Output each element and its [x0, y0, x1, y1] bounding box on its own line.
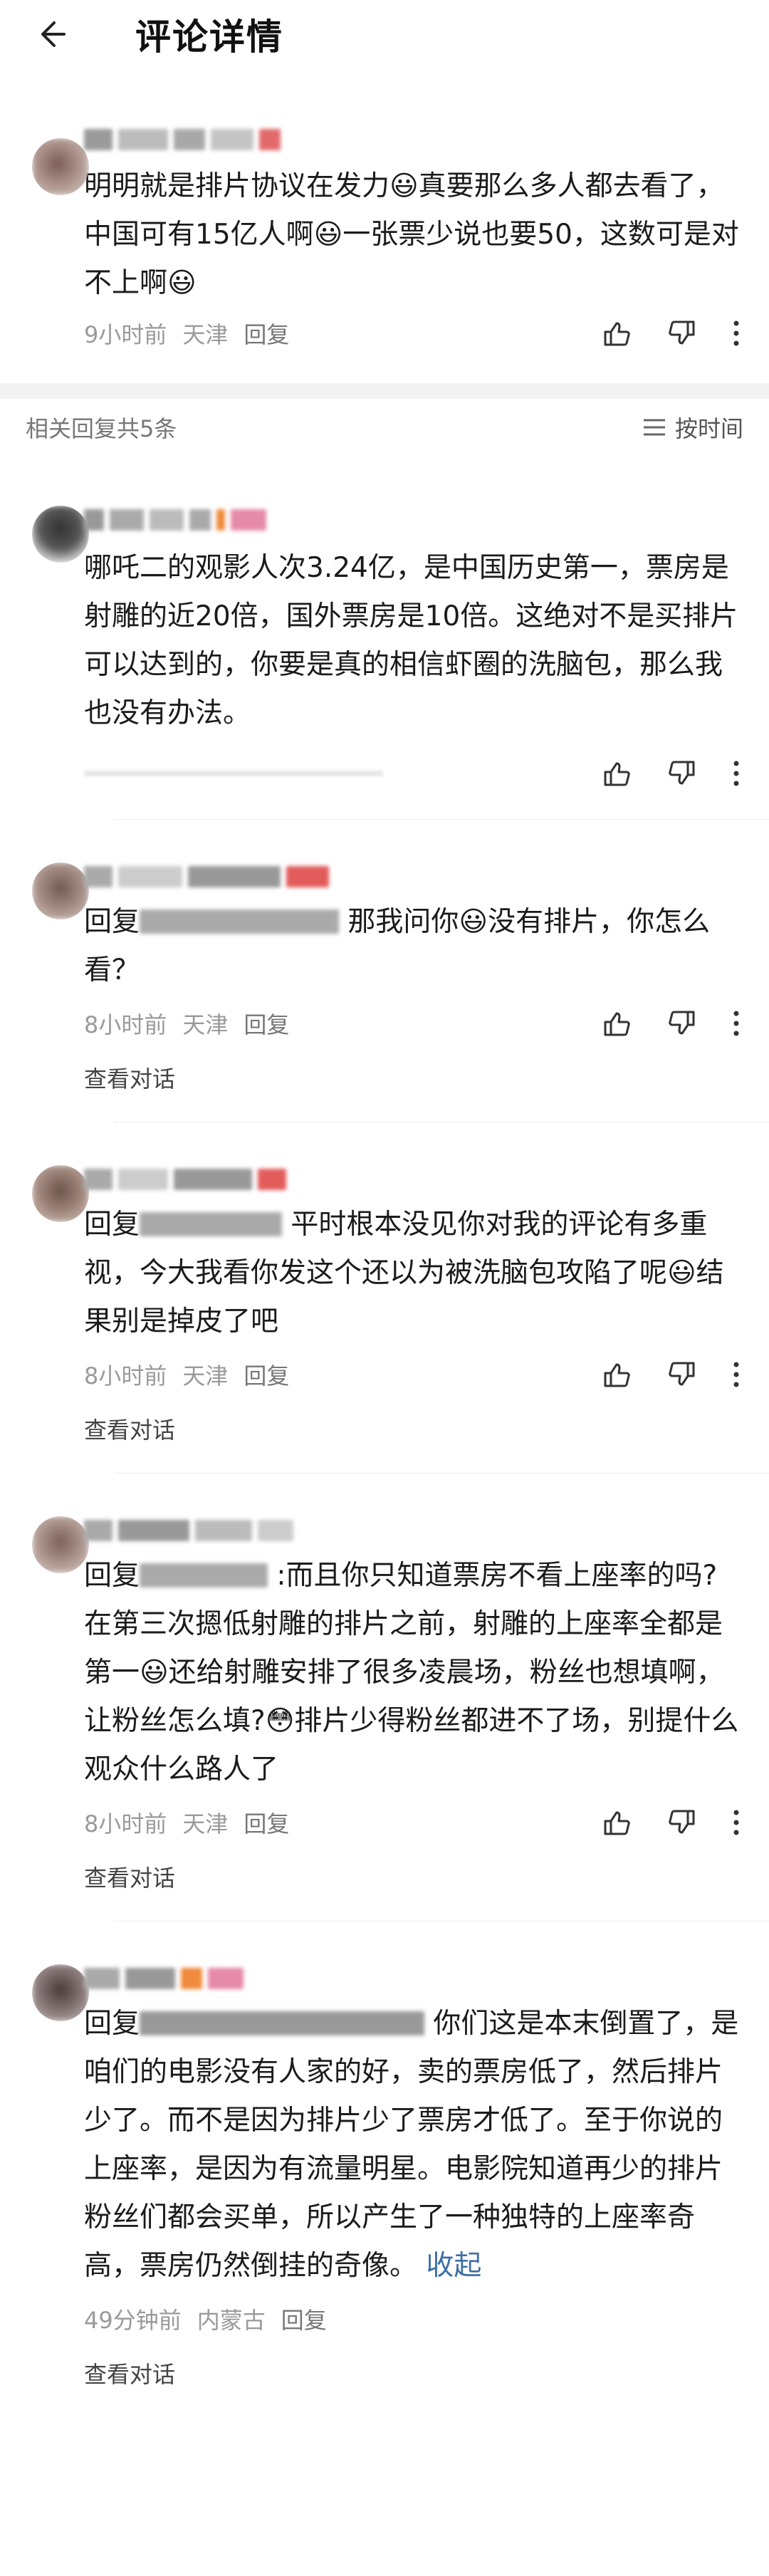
page-title: 评论详情	[135, 16, 283, 58]
username-redacted[interactable]	[84, 125, 769, 154]
replies-header: 相关回复共5条 按时间	[0, 399, 769, 456]
reply-button[interactable]: 回复	[244, 317, 289, 350]
reply-button[interactable]: 回复	[244, 1358, 289, 1391]
more-icon[interactable]	[732, 319, 741, 348]
section-divider	[0, 383, 769, 399]
reply-text: 回复 平时根本没见你对我的评论有多重视，今大我看你发这个还以为被洗脑包攻陷了呢😃…	[84, 1201, 741, 1346]
more-icon[interactable]	[732, 759, 741, 788]
reply-text: 回复 :而且你只知道票房不看上座率的吗?在第三次摁低射雕的排片之前，射雕的上座率…	[84, 1552, 741, 1794]
reply-item: 回复 平时根本没见你对我的评论有多重视，今大我看你发这个还以为被洗脑包攻陷了呢😃…	[0, 1122, 769, 1474]
sort-by-time-button[interactable]: 按时间	[642, 411, 743, 444]
comment-location: 天津	[182, 321, 229, 348]
reply-time: 8小时前	[84, 1011, 167, 1038]
thumb-down-icon[interactable]	[666, 1359, 698, 1390]
comment-time: 9小时前	[84, 321, 167, 348]
reply-item: 回复 :而且你只知道票房不看上座率的吗?在第三次摁低射雕的排片之前，射雕的上座率…	[0, 1474, 769, 1921]
username-redacted[interactable]	[84, 862, 769, 891]
reply-location: 内蒙古	[197, 2307, 266, 2334]
username-redacted[interactable]	[84, 1516, 769, 1545]
more-icon[interactable]	[732, 1808, 741, 1837]
reply-location: 天津	[182, 1362, 229, 1389]
reply-prefix: 回复	[84, 2008, 140, 2040]
view-conversation-link[interactable]: 查看对话	[84, 1409, 769, 1449]
avatar[interactable]	[32, 506, 89, 563]
reply-text: 回复 你们这是本末倒置了，是咱们的电影没有人家的好，卖的票房低了，然后排片少了。…	[84, 2000, 741, 2290]
thumb-up-icon[interactable]	[601, 1807, 632, 1838]
reply-text: 回复 那我问你😃没有排片，你怎么看？	[84, 898, 741, 995]
reply-body: :而且你只知道票房不看上座率的吗?在第三次摁低射雕的排片之前，射雕的上座率全都是…	[84, 1560, 739, 1785]
thumb-down-icon[interactable]	[666, 1807, 698, 1838]
reply-button[interactable]: 回复	[244, 1806, 289, 1839]
reply-button[interactable]: 回复	[244, 1007, 289, 1040]
reply-location: 天津	[182, 1011, 229, 1038]
reply-text: 哪吒二的观影人次3.24亿，是中国历史第一，票房是射雕的近20倍，国外票房是10…	[84, 552, 738, 729]
reply-time: 8小时前	[84, 1810, 167, 1837]
redacted-mention[interactable]	[140, 1563, 268, 1587]
avatar[interactable]	[32, 1165, 89, 1222]
reply-time: 8小时前	[84, 1362, 167, 1389]
reply-prefix: 回复	[84, 1560, 140, 1592]
more-icon[interactable]	[732, 1360, 741, 1389]
list-sort-icon	[643, 419, 665, 436]
thumb-up-icon[interactable]	[601, 318, 632, 349]
redacted-mention[interactable]	[140, 909, 340, 934]
reply-item: 哪吒二的观影人次3.24亿，是中国历史第一，票房是射雕的近20倍，国外票房是10…	[0, 456, 769, 820]
redacted-mention[interactable]	[140, 2011, 425, 2035]
reply-button[interactable]: 回复	[281, 2303, 327, 2335]
redacted-mention[interactable]	[140, 1212, 283, 1236]
avatar[interactable]	[32, 138, 89, 195]
reply-body: 你们这是本末倒置了，是咱们的电影没有人家的好，卖的票房低了，然后排片少了。而不是…	[84, 2008, 739, 2282]
reply-location: 天津	[182, 1810, 229, 1837]
collapse-link[interactable]: 收起	[426, 2250, 481, 2282]
view-conversation-link[interactable]: 查看对话	[84, 2353, 769, 2393]
avatar[interactable]	[32, 1516, 89, 1573]
avatar[interactable]	[32, 1964, 89, 2021]
thumb-up-icon[interactable]	[601, 1008, 632, 1039]
reply-prefix: 回复	[84, 1209, 140, 1241]
reply-prefix: 回复	[84, 906, 140, 938]
thumb-up-icon[interactable]	[601, 758, 632, 789]
comment-text: 明明就是排片协议在发力😃真要那么多人都去看了，中国可有15亿人啊😃一张票少说也要…	[84, 170, 739, 299]
view-conversation-link[interactable]: 查看对话	[84, 1058, 769, 1097]
reply-item: 回复 那我问你😃没有排片，你怎么看？ 8小时前 天津 回复 查看对话	[0, 820, 769, 1122]
thumb-down-icon[interactable]	[666, 758, 698, 789]
reply-item: 回复 你们这是本末倒置了，是咱们的电影没有人家的好，卖的票房低了，然后排片少了。…	[0, 1921, 769, 2393]
main-comment: 明明就是排片协议在发力😃真要那么多人都去看了，中国可有15亿人啊😃一张票少说也要…	[0, 68, 769, 355]
top-bar: 评论详情	[0, 0, 769, 68]
reply-time: 49分钟前	[84, 2307, 182, 2334]
replies-count: 相关回复共5条	[26, 415, 177, 442]
redacted-meta	[84, 771, 383, 776]
username-redacted[interactable]	[84, 506, 769, 534]
back-arrow-icon[interactable]	[28, 13, 71, 56]
username-redacted[interactable]	[84, 1165, 769, 1194]
username-redacted[interactable]	[84, 1964, 769, 1993]
avatar[interactable]	[32, 862, 89, 919]
more-icon[interactable]	[732, 1009, 741, 1038]
thumb-up-icon[interactable]	[601, 1359, 632, 1390]
view-conversation-link[interactable]: 查看对话	[84, 1857, 769, 1897]
thumb-down-icon[interactable]	[666, 1008, 698, 1039]
thumb-down-icon[interactable]	[666, 318, 698, 349]
